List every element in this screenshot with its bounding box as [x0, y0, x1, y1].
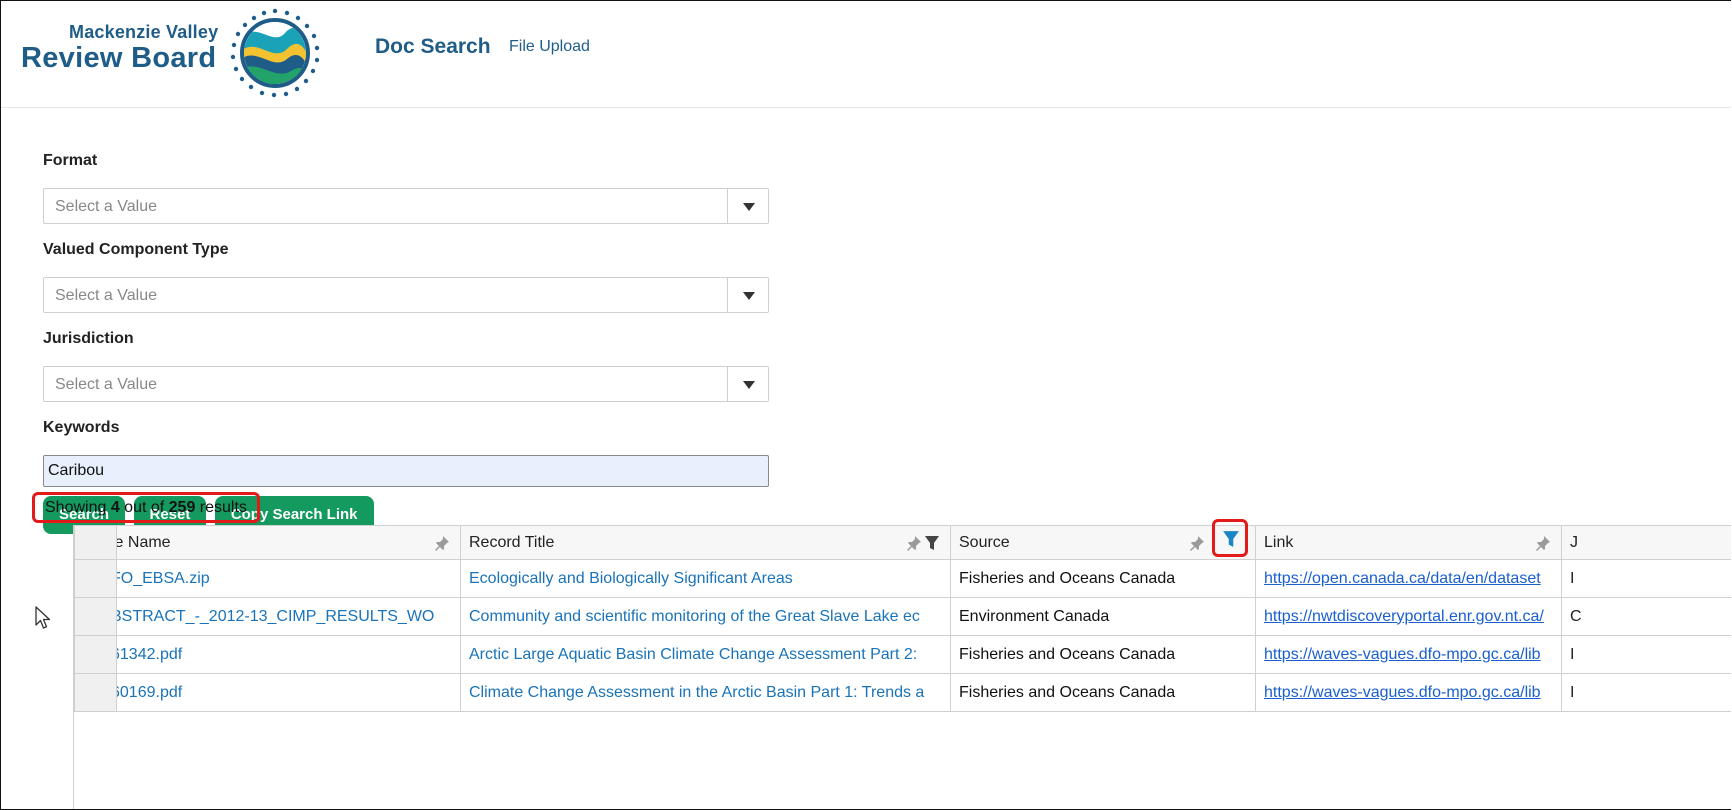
caret-down-icon [743, 292, 755, 300]
column-header-label: Link [1264, 533, 1294, 551]
nav-file-upload[interactable]: File Upload [509, 38, 590, 56]
results-count: Showing 4 out of 259 results [32, 492, 260, 523]
pin-icon[interactable] [434, 535, 450, 551]
pin-icon[interactable] [1189, 535, 1205, 551]
row-selector[interactable] [74, 635, 117, 674]
cell-source: Fisheries and Oceans Canada [950, 559, 1256, 598]
cell-extra: C [1561, 597, 1731, 636]
cell-link[interactable]: https://waves-vagues.dfo-mpo.gc.ca/lib [1255, 635, 1562, 674]
source-filter-button[interactable] [1212, 519, 1248, 557]
review-board-logo-icon[interactable] [227, 7, 323, 99]
row-selector[interactable] [74, 673, 117, 712]
column-header-link[interactable]: Link [1255, 525, 1562, 560]
cell-file-name[interactable]: BSTRACT_-_2012-13_CIMP_RESULTS_WO [116, 597, 461, 636]
grid-header-row: le Name Record Title Source Link J [74, 525, 1731, 560]
filter-icon [1223, 531, 1239, 547]
pin-icon[interactable] [1535, 535, 1551, 551]
results-total: 259 [168, 499, 196, 516]
vc-type-select[interactable]: Select a Value [43, 277, 769, 313]
table-row[interactable]: FO_EBSA.zip Ecologically and Biologicall… [74, 559, 1731, 598]
caret-down-icon [743, 381, 755, 389]
filter-icon[interactable] [924, 535, 940, 551]
cell-source: Environment Canada [950, 597, 1256, 636]
cell-link[interactable]: https://nwtdiscoveryportal.enr.gov.nt.ca… [1255, 597, 1562, 636]
jurisdiction-select-placeholder: Select a Value [55, 376, 157, 393]
format-select-placeholder: Select a Value [55, 198, 157, 215]
cell-link[interactable]: https://open.canada.ca/data/en/dataset [1255, 559, 1562, 598]
table-row[interactable]: 60169.pdf Climate Change Assessment in t… [74, 673, 1731, 712]
logo-line-2: Review Board [21, 42, 217, 74]
mouse-cursor-icon [35, 606, 51, 629]
row-selector-header[interactable] [74, 525, 117, 560]
column-header-source[interactable]: Source [950, 525, 1256, 560]
vc-type-select-toggle[interactable] [727, 278, 768, 312]
app-window: Mackenzie Valley Review Board Doc Search… [0, 0, 1731, 810]
cell-file-name[interactable]: 60169.pdf [116, 673, 461, 712]
file-name-link[interactable]: FO_EBSA.zip [118, 570, 210, 587]
column-header-label: Source [959, 533, 1010, 551]
file-name-link[interactable]: 61342.pdf [118, 646, 183, 663]
column-header-label: J [1570, 533, 1578, 551]
cell-link[interactable]: https://waves-vagues.dfo-mpo.gc.ca/lib [1255, 673, 1562, 712]
jurisdiction-select-toggle[interactable] [727, 367, 768, 401]
format-label: Format [43, 152, 98, 169]
file-name-link[interactable]: 60169.pdf [118, 684, 183, 701]
cell-source: Fisheries and Oceans Canada [950, 673, 1256, 712]
results-grid: le Name Record Title Source Link J FO_EB… [73, 525, 1731, 809]
vc-type-select-placeholder: Select a Value [55, 287, 157, 304]
pin-icon[interactable] [906, 535, 922, 551]
cell-extra: I [1561, 559, 1731, 598]
cell-extra: I [1561, 635, 1731, 674]
caret-down-icon [743, 203, 755, 211]
cell-file-name[interactable]: FO_EBSA.zip [116, 559, 461, 598]
cell-file-name[interactable]: 61342.pdf [116, 635, 461, 674]
jurisdiction-select[interactable]: Select a Value [43, 366, 769, 402]
table-row[interactable]: 61342.pdf Arctic Large Aquatic Basin Cli… [74, 635, 1731, 674]
column-header-extra[interactable]: J [1561, 525, 1731, 560]
nav-doc-search[interactable]: Doc Search [375, 35, 491, 59]
site-header: Mackenzie Valley Review Board Doc Search… [1, 1, 1731, 108]
results-prefix: Showing [45, 499, 111, 516]
vc-type-label: Valued Component Type [43, 241, 229, 258]
cell-source: Fisheries and Oceans Canada [950, 635, 1256, 674]
cell-record-title[interactable]: Community and scientific monitoring of t… [460, 597, 951, 636]
cell-extra: I [1561, 673, 1731, 712]
column-header-file-name[interactable]: le Name [116, 525, 461, 560]
format-select[interactable]: Select a Value [43, 188, 769, 224]
cell-record-title[interactable]: Arctic Large Aquatic Basin Climate Chang… [460, 635, 951, 674]
results-middle: out of [119, 499, 169, 516]
jurisdiction-label: Jurisdiction [43, 330, 134, 347]
keywords-label: Keywords [43, 419, 120, 436]
results-shown: 4 [110, 499, 120, 516]
format-select-toggle[interactable] [727, 189, 768, 223]
cell-record-title[interactable]: Climate Change Assessment in the Arctic … [460, 673, 951, 712]
results-suffix: results [195, 499, 247, 516]
row-selector[interactable] [74, 559, 117, 598]
keywords-input[interactable] [43, 455, 769, 487]
column-header-label: Record Title [469, 533, 555, 551]
column-header-record-title[interactable]: Record Title [460, 525, 951, 560]
cell-record-title[interactable]: Ecologically and Biologically Significan… [460, 559, 951, 598]
logo-line-1: Mackenzie Valley [69, 22, 219, 42]
column-header-label: le Name [116, 533, 171, 551]
table-row[interactable]: BSTRACT_-_2012-13_CIMP_RESULTS_WO Commun… [74, 597, 1731, 636]
file-name-link[interactable]: BSTRACT_-_2012-13_CIMP_RESULTS_WO [118, 608, 435, 625]
search-form: Format Select a Value Valued Component T… [43, 151, 769, 534]
site-logo-text[interactable]: Mackenzie Valley Review Board [21, 23, 218, 73]
row-selector[interactable] [74, 597, 117, 636]
